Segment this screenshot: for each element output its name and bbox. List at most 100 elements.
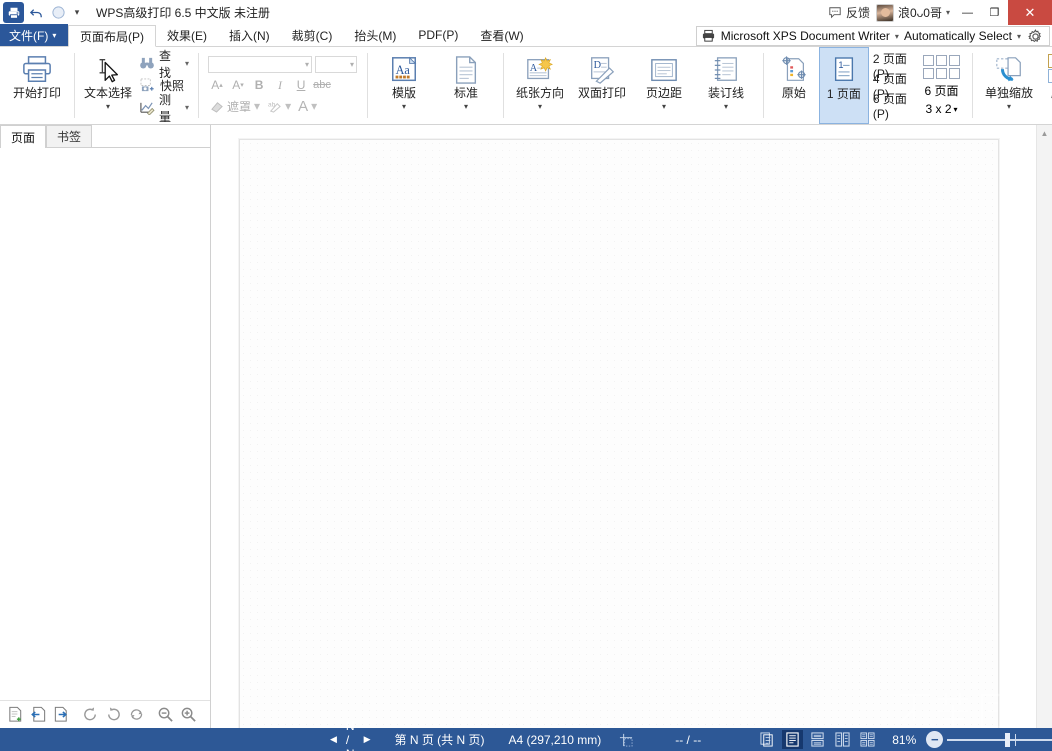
chevron-down-icon[interactable]: ▾: [106, 103, 110, 111]
feedback-button[interactable]: 反馈: [828, 4, 876, 21]
zoom-slider-thumb[interactable]: [1005, 732, 1011, 747]
chevron-down-icon[interactable]: ▾: [285, 99, 291, 113]
next-page-button[interactable]: ▶: [364, 734, 371, 745]
tab-page-layout[interactable]: 页面布局(P): [68, 25, 156, 47]
zoom-percent-label: 81%: [892, 732, 917, 747]
document-page[interactable]: [239, 139, 999, 728]
zoom-out-icon[interactable]: [155, 705, 175, 725]
thumbnail-view-button[interactable]: [757, 730, 778, 749]
document-viewer[interactable]: ▲: [211, 125, 1052, 728]
chevron-down-icon[interactable]: ▾: [1007, 103, 1011, 111]
grow-font-button[interactable]: A ▴: [208, 76, 226, 94]
rotate-cw-icon[interactable]: [80, 705, 100, 725]
app-printer-icon[interactable]: [3, 2, 24, 23]
single-page-view-button[interactable]: [782, 730, 804, 749]
zoom-slider-tick: [1015, 733, 1017, 746]
six-grid-sub[interactable]: 3 x 2 ▾: [926, 102, 958, 116]
tab-insert[interactable]: 插入(N): [218, 24, 281, 46]
italic-button[interactable]: I: [271, 76, 289, 94]
font-size-combo[interactable]: ▾: [315, 56, 358, 73]
tab-file[interactable]: 文件(F) ▾: [0, 24, 68, 46]
chevron-down-icon[interactable]: ▾: [185, 103, 189, 112]
gutter-label: 装订线: [708, 86, 745, 100]
chevron-down-icon[interactable]: ▾: [254, 99, 260, 113]
mask-label: 遮罩: [227, 99, 252, 114]
six-pages-button[interactable]: 6 页面(P): [873, 92, 913, 121]
chevron-down-icon[interactable]: ▾: [402, 103, 406, 111]
gear-icon[interactable]: [1026, 27, 1044, 45]
rotate-both-icon[interactable]: [126, 705, 146, 725]
paper-source[interactable]: Automatically Select: [904, 29, 1012, 43]
move-page-right-icon[interactable]: [51, 705, 71, 725]
chevron-down-icon[interactable]: ▾: [538, 103, 542, 111]
find-button[interactable]: 查找 ▾: [136, 49, 192, 80]
bold-button[interactable]: B: [250, 76, 268, 94]
sidebar-thumbnail-panel[interactable]: [0, 148, 210, 700]
highlight-button[interactable]: ab ▾: [265, 97, 293, 115]
tab-crop[interactable]: 裁剪(C): [281, 24, 344, 46]
original-button[interactable]: 原始: [769, 47, 819, 124]
previous-page-button[interactable]: ◀: [330, 734, 337, 745]
continuous-view-button[interactable]: [807, 730, 828, 749]
sidebar-tab-bookmarks[interactable]: 书签: [46, 125, 93, 147]
move-page-left-icon[interactable]: [28, 705, 48, 725]
mask-button[interactable]: 遮罩 ▾: [208, 97, 262, 115]
vertical-scrollbar[interactable]: ▲: [1036, 125, 1052, 728]
duplex-print-button[interactable]: D 双面打印: [571, 47, 633, 124]
printer-name[interactable]: Microsoft XPS Document Writer: [721, 29, 890, 43]
ribbon-tab-strip: 文件(F) ▾ 页面布局(P) 效果(E) 插入(N) 裁剪(C) 抬头(M) …: [0, 24, 1052, 47]
customize-quick-access-icon[interactable]: ▾: [70, 3, 84, 23]
one-page-button[interactable]: 1 1 页面: [818, 47, 869, 124]
chevron-down-icon[interactable]: ▾: [895, 32, 899, 41]
tab-view[interactable]: 查看(W): [469, 24, 534, 46]
strikethrough-button[interactable]: abc: [313, 76, 331, 94]
paper-orientation-button[interactable]: A 纸张方向 ▾: [509, 47, 571, 124]
restore-button[interactable]: ❐: [981, 0, 1008, 25]
font-color-button[interactable]: A ▾: [296, 97, 319, 115]
close-button[interactable]: ✕: [1008, 0, 1052, 25]
tab-effects[interactable]: 效果(E): [156, 24, 218, 46]
shrink-font-button[interactable]: A ▾: [229, 76, 247, 94]
sidebar-tab-pages[interactable]: 页面: [0, 125, 47, 148]
zoom-in-icon[interactable]: [178, 705, 198, 725]
start-print-button[interactable]: 开始打印: [6, 47, 68, 124]
chevron-down-icon[interactable]: ▾: [464, 103, 468, 111]
tab-header[interactable]: 抬头(M): [343, 24, 407, 46]
individual-zoom-button[interactable]: 单独缩放 ▾: [978, 47, 1040, 124]
user-account-button[interactable]: 浪0ᴗ0哥 ▾: [875, 3, 954, 22]
individual-zoom-label: 单独缩放: [985, 86, 1034, 100]
chevron-down-icon[interactable]: ▾: [185, 59, 189, 68]
undo-icon[interactable]: [26, 3, 46, 23]
add-page-icon[interactable]: [5, 705, 25, 725]
font-name-combo[interactable]: ▾: [208, 56, 313, 73]
chevron-down-icon[interactable]: ▾: [350, 60, 354, 69]
zoom-out-button[interactable]: −: [926, 731, 944, 748]
six-page-grid-button[interactable]: 6 页面 3 x 2 ▾: [917, 47, 966, 124]
zoom-slider-track[interactable]: [947, 732, 1052, 747]
two-page-view-button[interactable]: [832, 730, 853, 749]
crop-marks-icon[interactable]: [619, 733, 633, 747]
selection-small-buttons: 查找 ▾ 快照 测量 ▾: [136, 47, 192, 124]
chevron-up-icon[interactable]: ▲: [1037, 125, 1052, 141]
rotate-ccw-icon[interactable]: [103, 705, 123, 725]
chevron-down-icon[interactable]: ▾: [954, 105, 958, 114]
gutter-button[interactable]: 装订线 ▾: [695, 47, 757, 124]
window-title: WPS高级打印 6.5 中文版 未注册: [96, 6, 271, 20]
pages-per-sheet-list: 2 页面(P) 4 页面(P) 6 页面(P): [869, 47, 917, 124]
grid-view-button[interactable]: [857, 730, 878, 749]
chevron-down-icon[interactable]: ▾: [724, 103, 728, 111]
circle-icon[interactable]: [48, 3, 68, 23]
chevron-down-icon[interactable]: ▾: [1017, 32, 1021, 41]
minimize-button[interactable]: —: [954, 0, 981, 25]
text-select-button[interactable]: 文本选择 ▾: [80, 47, 136, 124]
margins-button[interactable]: 页边距 ▾: [633, 47, 695, 124]
order-button[interactable]: 1 2 3 4 顺序 ▾: [1040, 47, 1052, 124]
measure-button[interactable]: 测量 ▾: [136, 93, 192, 124]
chevron-down-icon[interactable]: ▾: [311, 99, 317, 113]
chevron-down-icon[interactable]: ▾: [305, 60, 309, 69]
underline-button[interactable]: U: [292, 76, 310, 94]
tab-pdf[interactable]: PDF(P): [407, 24, 469, 46]
template-button[interactable]: Aa 模版 ▾: [373, 47, 435, 124]
standard-button[interactable]: 标准 ▾: [435, 47, 497, 124]
chevron-down-icon[interactable]: ▾: [662, 103, 666, 111]
